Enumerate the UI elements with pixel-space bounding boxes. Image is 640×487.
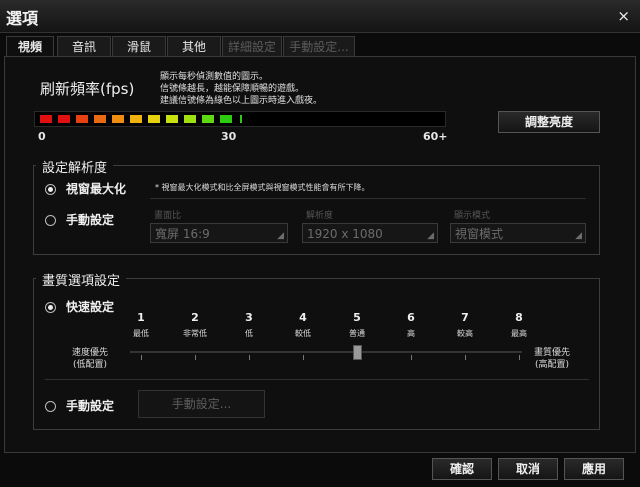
aspect-value: 寬屏 16:9	[155, 227, 210, 241]
quality-slider-tick	[195, 355, 196, 360]
quality-slider-tick	[411, 355, 412, 360]
title-bar	[0, 0, 640, 33]
quality-level-number[interactable]: 5	[337, 311, 377, 324]
manual-quality-radio[interactable]	[45, 401, 56, 412]
tab-mouse[interactable]: 滑鼠	[112, 36, 166, 57]
speed-priority-text: 速度優先	[72, 348, 109, 358]
quality-level-number[interactable]: 8	[499, 311, 539, 324]
fps-mid-label: 30	[221, 130, 237, 143]
quality-group	[33, 278, 600, 430]
close-icon[interactable]: ×	[617, 7, 630, 25]
fps-title: 刷新頻率(fps)	[40, 80, 135, 98]
fps-segment	[58, 115, 70, 123]
quality-level-text[interactable]: 普通	[337, 328, 377, 339]
fps-segment	[40, 115, 52, 123]
display-mode-value: 視窗模式	[455, 227, 504, 241]
quality-level-number[interactable]: 6	[391, 311, 431, 324]
manual-quality-label[interactable]: 手動設定	[66, 397, 114, 414]
tab-audio[interactable]: 音訊	[57, 36, 111, 57]
tab-detail-settings[interactable]: 詳細設定	[222, 36, 282, 57]
chevron-down-icon: ◢	[427, 231, 434, 241]
quality-slider-tick	[141, 355, 142, 360]
adjust-brightness-button[interactable]: 調整亮度	[498, 111, 600, 133]
display-mode-label: 顯示模式	[454, 211, 491, 221]
chevron-down-icon: ◢	[277, 231, 284, 241]
quality-level-number[interactable]: 4	[283, 311, 323, 324]
quality-level-number[interactable]: 7	[445, 311, 485, 324]
fps-max-label: 60+	[423, 130, 448, 143]
fps-segment	[94, 115, 106, 123]
cancel-button[interactable]: 取消	[498, 458, 558, 480]
aspect-label: 畫面比	[154, 211, 182, 221]
quality-level-number[interactable]: 3	[229, 311, 269, 324]
apply-button[interactable]: 應用	[564, 458, 624, 480]
tab-manual-settings[interactable]: 手動設定...	[283, 36, 355, 57]
quality-slider-tick	[249, 355, 250, 360]
quick-settings-label[interactable]: 快速設定	[66, 298, 114, 315]
quick-settings-radio[interactable]	[45, 302, 56, 313]
resolution-select[interactable]: 1920 x 1080 ◢	[302, 223, 438, 243]
quality-slider-track[interactable]	[130, 351, 522, 353]
quality-priority-text: 畫質優先	[534, 348, 571, 358]
fps-segment	[220, 115, 232, 123]
resolution-value: 1920 x 1080	[307, 227, 383, 241]
manual-resolution-radio[interactable]	[45, 215, 56, 226]
quality-legend: 畫質選項設定	[36, 270, 127, 289]
manual-resolution-label[interactable]: 手動設定	[66, 211, 114, 228]
quality-slider-tick	[519, 355, 520, 360]
quality-slider-tick	[465, 355, 466, 360]
chevron-down-icon: ◢	[575, 231, 582, 241]
quality-level-text[interactable]: 高	[391, 328, 431, 339]
quality-level-text[interactable]: 低	[229, 328, 269, 339]
confirm-button[interactable]: 確認	[432, 458, 492, 480]
fps-desc-line: 建議信號條為綠色以上圖示時進入戲夜。	[160, 96, 323, 106]
divider	[45, 379, 589, 380]
quality-level-text[interactable]: 較低	[283, 328, 323, 339]
speed-priority-sub: (低配置)	[72, 360, 108, 370]
fps-segment	[112, 115, 124, 123]
fps-segment	[130, 115, 142, 123]
speed-priority-label: 速度優先 (低配置)	[72, 347, 108, 371]
window-max-label[interactable]: 視窗最大化	[66, 180, 126, 197]
quality-priority-label: 畫質優先 (高配置)	[534, 347, 570, 371]
fps-current-marker	[240, 115, 242, 123]
fps-min-label: 0	[38, 130, 46, 143]
manual-settings-button[interactable]: 手動設定...	[138, 390, 265, 418]
resolution-label: 解析度	[306, 211, 334, 221]
quality-slider-tick	[303, 355, 304, 360]
divider	[150, 198, 586, 199]
quality-level-number[interactable]: 1	[121, 311, 161, 324]
fps-segment	[202, 115, 214, 123]
tab-video[interactable]: 視頻	[6, 36, 54, 58]
fps-segment	[184, 115, 196, 123]
quality-level-text[interactable]: 較高	[445, 328, 485, 339]
window-max-radio[interactable]	[45, 184, 56, 195]
quality-level-number[interactable]: 2	[175, 311, 215, 324]
fps-desc-line: 信號條越長，越能保障順暢的遊戲。	[160, 84, 305, 94]
aspect-select[interactable]: 寬屏 16:9 ◢	[150, 223, 288, 243]
quality-level-text[interactable]: 最低	[121, 328, 161, 339]
quality-slider-thumb[interactable]	[353, 345, 362, 360]
fps-segment	[148, 115, 160, 123]
tab-other[interactable]: 其他	[167, 36, 221, 57]
fps-meter	[34, 111, 446, 127]
window-max-note: * 視窗最大化模式和比全屏模式與視窗模式性能會有所下降。	[155, 183, 370, 192]
quality-level-text[interactable]: 最高	[499, 328, 539, 339]
fps-description: 顯示每秒偵測數值的圖示。 信號條越長，越能保障順暢的遊戲。 建議信號條為綠色以上…	[160, 71, 322, 107]
quality-priority-sub: (高配置)	[534, 360, 570, 370]
fps-desc-line: 顯示每秒偵測數值的圖示。	[160, 72, 269, 82]
quality-level-text[interactable]: 非常低	[175, 328, 215, 339]
fps-segment	[76, 115, 88, 123]
resolution-legend: 設定解析度	[36, 157, 114, 176]
window-title: 選項	[6, 9, 39, 28]
display-mode-select[interactable]: 視窗模式 ◢	[450, 223, 586, 243]
fps-segment	[166, 115, 178, 123]
